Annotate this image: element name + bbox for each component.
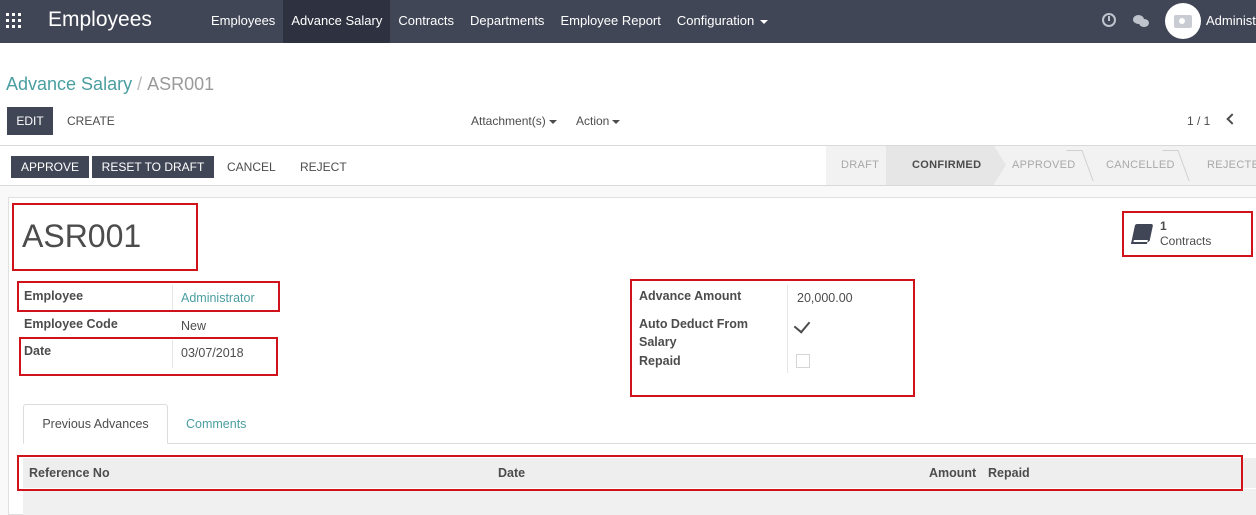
menu-departments[interactable]: Departments	[462, 0, 552, 43]
menu-configuration-label: Configuration	[676, 13, 755, 28]
stage-cancelled[interactable]: CANCELLED	[1106, 146, 1175, 185]
camera-icon	[1174, 15, 1192, 28]
tabs-divider	[23, 443, 1256, 444]
attachments-label: Attachment(s)	[471, 114, 546, 128]
breadcrumb-current: ASR001	[147, 74, 215, 94]
breadcrumb: Advance Salary / ASR001	[6, 74, 214, 95]
table-body	[23, 489, 1256, 515]
employee-code-field: New	[181, 319, 207, 333]
stage-confirmed[interactable]: CONFIRMED	[912, 146, 981, 185]
menu-advance-salary[interactable]: Advance Salary	[283, 0, 391, 43]
contracts-count[interactable]: 1	[1160, 219, 1167, 233]
table-header	[23, 458, 1256, 488]
status-stages: DRAFT CONFIRMED APPROVED CANCELLED REJEC…	[826, 146, 1256, 185]
avatar[interactable]	[1165, 3, 1201, 39]
stage-approved[interactable]: APPROVED	[1012, 146, 1076, 185]
action-dropdown[interactable]: Action	[576, 114, 621, 128]
employee-code-label: Employee Code	[24, 317, 118, 331]
menu-contracts[interactable]: Contracts	[390, 0, 462, 43]
reset-to-draft-button[interactable]: RESET TO DRAFT	[92, 156, 214, 178]
menu-employee-report[interactable]: Employee Report	[552, 0, 668, 43]
tab-previous-advances[interactable]: Previous Advances	[23, 404, 168, 444]
app-brand: Employees	[48, 8, 152, 31]
pager-value[interactable]: 1 / 1	[1187, 114, 1210, 128]
column-reference-no[interactable]: Reference No	[29, 466, 110, 480]
employee-label: Employee	[24, 289, 84, 303]
edit-button[interactable]: EDIT	[7, 107, 53, 135]
auto-deduct-label-line2: Salary	[639, 335, 677, 349]
menu-configuration[interactable]: Configuration	[669, 0, 776, 43]
create-button[interactable]: CREATE	[67, 114, 115, 128]
menu-employees[interactable]: Employees	[203, 0, 283, 43]
chat-icon[interactable]	[1133, 15, 1149, 27]
chevron-left-icon[interactable]	[1226, 113, 1238, 125]
main-menu: Employees Advance Salary Contracts Depar…	[203, 0, 776, 43]
approve-button[interactable]: APPROVE	[11, 156, 89, 178]
repaid-checkbox[interactable]	[796, 354, 810, 368]
cancel-button[interactable]: CANCEL	[227, 160, 276, 174]
advance-amount-field[interactable]: 20,000.00	[797, 291, 853, 305]
date-field[interactable]: 03/07/2018	[181, 346, 244, 360]
attachments-dropdown[interactable]: Attachment(s)	[471, 114, 557, 128]
action-label: Action	[576, 114, 610, 128]
auto-deduct-label: Auto Deduct From	[639, 317, 749, 331]
record-name: ASR001	[22, 218, 142, 254]
employee-field[interactable]: Administrator	[181, 291, 255, 305]
column-date[interactable]: Date	[498, 466, 525, 480]
clock-icon[interactable]	[1102, 13, 1116, 27]
apps-grid-icon[interactable]	[6, 13, 21, 28]
contracts-smart-button[interactable]: Contracts	[1160, 234, 1211, 248]
top-navbar: Employees Employees Advance Salary Contr…	[0, 0, 1256, 43]
breadcrumb-parent[interactable]: Advance Salary	[6, 74, 132, 94]
stage-draft[interactable]: DRAFT	[841, 146, 879, 185]
advance-amount-label: Advance Amount	[639, 289, 742, 303]
column-repaid[interactable]: Repaid	[988, 466, 1030, 480]
user-name[interactable]: Administ	[1206, 13, 1256, 28]
field-divider	[172, 340, 173, 368]
date-label: Date	[24, 344, 52, 358]
caret-down-icon	[760, 19, 769, 24]
field-divider	[787, 285, 788, 373]
reject-button[interactable]: REJECT	[300, 160, 347, 174]
field-divider	[172, 285, 173, 311]
column-amount[interactable]: Amount	[929, 466, 976, 480]
breadcrumb-separator: /	[137, 74, 143, 94]
tab-comments[interactable]: Comments	[186, 417, 246, 431]
repaid-label: Repaid	[639, 354, 681, 368]
caret-down-icon	[612, 119, 621, 124]
stage-rejected[interactable]: REJECTE	[1207, 146, 1256, 185]
caret-down-icon	[548, 119, 557, 124]
